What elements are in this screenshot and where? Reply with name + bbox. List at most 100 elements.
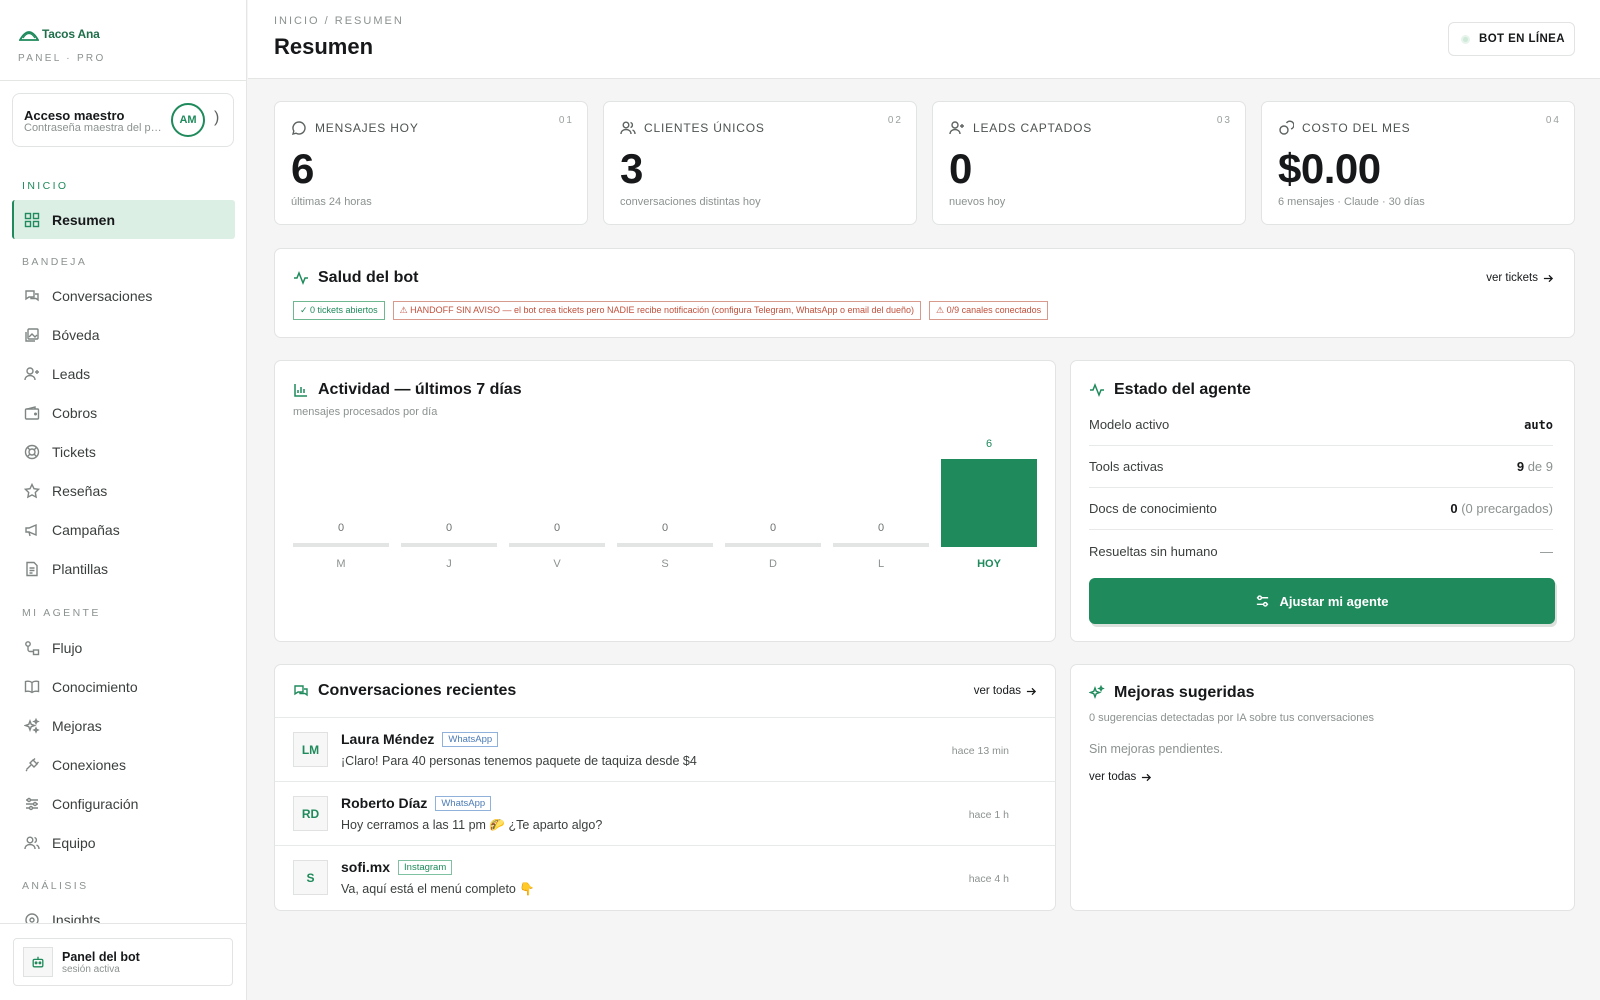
status-badge[interactable]: BOT EN LÍNEA <box>1448 22 1575 56</box>
brand-logo[interactable]: Tacos Ana <box>19 26 100 42</box>
avatar: RD <box>293 796 328 831</box>
sidebar-item-boveda[interactable]: Bóveda <box>12 315 235 354</box>
plug-icon <box>25 757 39 771</box>
agent-row-value: auto <box>1524 417 1553 432</box>
master-access-subtitle: Contraseña maestra del panel <box>24 122 162 134</box>
conversation-row[interactable]: LM Laura Méndez WhatsApp ¡Claro! Para 40 … <box>275 718 1055 782</box>
sidebar-item-label: Cobros <box>52 404 98 421</box>
chart-category-label: J <box>446 558 452 570</box>
sidebar-item-campanas[interactable]: Campañas <box>12 510 235 549</box>
chart-bar-hoy[interactable] <box>941 459 1037 547</box>
agent-row-value: 0 <box>1450 501 1458 516</box>
chart-category-label: M <box>336 558 345 570</box>
sidebar-item-configuracion[interactable]: Configuración <box>12 784 235 823</box>
sidebar-item-resumen[interactable]: Resumen <box>12 200 235 239</box>
sidebar-item-resenas[interactable]: Reseñas <box>12 471 235 510</box>
activity-title: Actividad — últimos 7 días <box>318 381 522 398</box>
brand-name: Tacos Ana <box>42 27 100 41</box>
nav-section-inicio: INICIO <box>22 180 69 192</box>
activity-card: Actividad — últimos 7 días mensajes proc… <box>274 360 1056 642</box>
sidebar-item-label: Resumen <box>52 211 116 228</box>
sidebar-item-label: Equipo <box>52 834 96 851</box>
chart-value-label: 0 <box>662 522 668 534</box>
chart-bar-l[interactable] <box>833 543 929 547</box>
conversation-row[interactable]: S sofi.mx Instagram Va, aquí está el menú… <box>275 846 1055 910</box>
sidebar-item-leads[interactable]: Leads <box>12 354 235 393</box>
user-plus-icon <box>949 121 964 135</box>
agent-row-label: Docs de conocimiento <box>1089 501 1217 516</box>
sidebar-item-flujo[interactable]: Flujo <box>12 628 235 667</box>
sliders-icon <box>26 797 38 810</box>
view-all-conversations-link[interactable]: ver todas <box>974 685 1037 697</box>
chart-category-label: S <box>661 558 668 570</box>
brand-subtitle: PANEL · PRO <box>18 53 106 64</box>
stat-label: LEADS CAPTADOS <box>973 121 1093 135</box>
sidebar-item-conversaciones[interactable]: Conversaciones <box>12 276 235 315</box>
sidebar-item-equipo[interactable]: Equipo <box>12 823 235 862</box>
chart-bar-s[interactable] <box>617 543 713 547</box>
chart-bar-m[interactable] <box>293 543 389 547</box>
view-tickets-link[interactable]: ver tickets <box>1486 272 1554 284</box>
stat-value: 6 <box>291 145 314 192</box>
activity-icon <box>1090 382 1104 398</box>
card-title: Salud del bot <box>293 269 418 287</box>
stat-card-leads: LEADS CAPTADOS 03 0 nuevos hoy <box>932 101 1246 225</box>
stat-label: CLIENTES ÚNICOS <box>644 121 765 135</box>
health-pill-handoff[interactable]: ⚠ HANDOFF SIN AVISO — el bot crea ticket… <box>392 301 922 320</box>
sidebar-footer: Panel del bot sesión activa <box>0 923 246 1000</box>
sidebar-item-tickets[interactable]: Tickets <box>12 432 235 471</box>
bar-chart-icon <box>294 384 307 397</box>
chart-category-label: V <box>553 558 561 570</box>
contact-name: Laura Méndez <box>341 731 435 747</box>
sliders-icon <box>1257 594 1269 607</box>
agent-row-resolved: Resueltas sin humano — <box>1089 530 1553 572</box>
stat-index: 04 <box>1545 115 1561 126</box>
master-access-card[interactable]: Acceso maestro Contraseña maestra del pa… <box>12 93 234 147</box>
adjust-agent-button[interactable]: Ajustar mi agente <box>1089 578 1555 624</box>
avatar[interactable]: AM <box>171 103 205 137</box>
chart-bar-j[interactable] <box>401 543 497 547</box>
top-header: INICIO / RESUMEN Resumen BOT EN LÍNEA <box>248 0 1600 79</box>
sidebar-item-label: Leads <box>52 365 91 382</box>
suggestions-title: Mejoras sugeridas <box>1114 684 1255 701</box>
stat-card-messages: MENSAJES HOY 01 6 últimas 24 horas <box>274 101 588 225</box>
agent-row-label: Modelo activo <box>1089 417 1170 432</box>
sidebar-item-cobros[interactable]: Cobros <box>12 393 235 432</box>
chart-value-label: 0 <box>770 522 776 534</box>
bot-icon <box>23 947 53 977</box>
chat-icon <box>25 289 39 301</box>
sidebar-item-conexiones[interactable]: Conexiones <box>12 745 235 784</box>
message-preview: ¡Claro! Para 40 personas tenemos paquete… <box>341 754 697 768</box>
channel-badge: WhatsApp <box>442 731 499 747</box>
stat-card-clients: CLIENTES ÚNICOS 02 3 conversaciones dist… <box>603 101 917 225</box>
suggested-improvements-card: Mejoras sugeridas 0 sugerencias detectad… <box>1070 664 1575 911</box>
message-time: hace 13 min <box>951 745 1009 757</box>
chart-value-label: 0 <box>338 522 344 534</box>
sidebar-item-label: Flujo <box>52 639 83 656</box>
arrow-right-icon <box>1026 687 1037 695</box>
sidebar-item-mejoras[interactable]: Mejoras <box>12 706 235 745</box>
message-circle-icon <box>292 121 306 135</box>
agent-row-tools: Tools activas 9 de 9 <box>1089 446 1553 488</box>
conversation-row[interactable]: RD Roberto Díaz WhatsApp Hoy cerramos a l… <box>275 782 1055 846</box>
bot-panel-card[interactable]: Panel del bot sesión activa <box>13 938 233 986</box>
agent-row-value: — <box>1540 543 1553 559</box>
view-all-label: ver todas <box>973 685 1021 697</box>
sidebar-item-plantillas[interactable]: Plantillas <box>12 549 235 588</box>
stat-index: 02 <box>887 115 903 126</box>
health-pill-channels[interactable]: ⚠ 0/9 canales conectados <box>929 301 1049 320</box>
master-access-toggle[interactable]: ) <box>214 109 219 127</box>
agent-state-card: Estado del agente Modelo activo auto Too… <box>1070 360 1575 642</box>
chart-value-label: 0 <box>554 522 560 534</box>
stat-value: $0.00 <box>1278 145 1381 192</box>
chart-bar-v[interactable] <box>509 543 605 547</box>
contact-name: sofi.mx <box>341 859 391 875</box>
agent-row-model: Modelo activo auto <box>1089 404 1553 446</box>
channel-badge: Instagram <box>398 859 453 875</box>
sidebar-item-conocimiento[interactable]: Conocimiento <box>12 667 235 706</box>
sidebar-item-label: Mejoras <box>52 717 102 734</box>
bot-panel-title: Panel del bot <box>62 949 140 964</box>
view-all-suggestions-link[interactable]: ver todas <box>1089 771 1152 783</box>
suggestions-empty-state: Sin mejoras pendientes. <box>1089 742 1224 756</box>
chart-bar-d[interactable] <box>725 543 821 547</box>
